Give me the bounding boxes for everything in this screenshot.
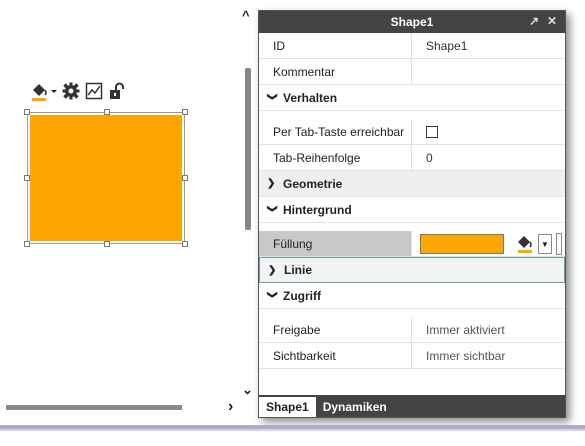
shape1-rectangle[interactable] — [24, 109, 188, 247]
unlock-icon[interactable] — [107, 81, 127, 101]
fill-label: Füllung — [259, 231, 412, 256]
tab-order-value[interactable]: 0 — [412, 145, 433, 170]
resize-handle-top[interactable] — [104, 109, 110, 115]
tab-order-row: Tab-Reihenfolge 0 — [259, 145, 565, 171]
chart-icon[interactable] — [84, 81, 104, 101]
resize-handle-top-right[interactable] — [182, 109, 188, 115]
resize-handle-bottom-right[interactable] — [182, 241, 188, 247]
shape1-fill[interactable] — [30, 115, 182, 241]
shape-toolbar — [30, 80, 127, 102]
tab-reachable-label: Per Tab-Taste erreichbar — [259, 119, 412, 144]
tab-shape1[interactable]: Shape1 — [259, 397, 316, 417]
freigabe-label: Freigabe — [259, 317, 412, 342]
chevron-right-icon: ❯ — [268, 264, 277, 276]
fill-bucket-icon[interactable] — [30, 81, 58, 101]
panel-tabs: Shape1 Dynamiken — [259, 395, 565, 417]
resize-handle-bottom[interactable] — [104, 241, 110, 247]
panel-title: Shape1 — [390, 15, 434, 29]
fill-color-field: ▼ — [412, 233, 562, 255]
section-verhalten[interactable]: ❯ Verhalten — [259, 85, 565, 111]
panel-header: Shape1 ↗ ✕ — [259, 11, 565, 33]
divider — [0, 429, 585, 431]
section-verhalten-label: Verhalten — [283, 90, 338, 105]
popout-icon[interactable]: ↗ — [529, 14, 539, 28]
tab-order-label: Tab-Reihenfolge — [259, 145, 412, 170]
vertical-scrollbar-thumb[interactable] — [245, 68, 251, 230]
chevron-down-icon: ❯ — [266, 290, 278, 299]
kommentar-row: Kommentar — [259, 59, 565, 85]
tab-reachable-checkbox[interactable] — [426, 125, 438, 138]
section-hintergrund-label: Hintergrund — [283, 202, 352, 217]
scroll-down-icon[interactable]: ⌄ — [242, 382, 253, 398]
fill-field-end — [556, 233, 562, 255]
properties-panel: Shape1 ↗ ✕ ID Shape1 Kommentar ❯ Verhalt… — [258, 10, 566, 418]
id-value[interactable]: Shape1 — [412, 33, 467, 58]
fill-row: Füllung ▼ — [259, 231, 565, 257]
id-label: ID — [259, 33, 412, 58]
tab-dynamiken[interactable]: Dynamiken — [316, 397, 394, 417]
scroll-up-icon[interactable]: ^ — [242, 8, 250, 23]
editor-window: ^ ⌄ › Shape1 ↗ ✕ ID Shape1 Kommentar ❯ V… — [0, 0, 585, 446]
fill-color-swatch[interactable] — [420, 234, 504, 254]
tab-reachable-value — [412, 119, 438, 144]
id-row: ID Shape1 — [259, 33, 565, 59]
resize-handle-bottom-left[interactable] — [24, 241, 30, 247]
chevron-down-icon: ❯ — [266, 92, 278, 101]
drawing-canvas[interactable]: ^ ⌄ › — [0, 0, 258, 416]
freigabe-row: Freigabe Immer aktiviert — [259, 317, 565, 343]
sichtbarkeit-value[interactable]: Immer sichtbar — [412, 343, 505, 368]
freigabe-value[interactable]: Immer aktiviert — [412, 317, 505, 342]
section-geometrie[interactable]: ❯ Geometrie — [259, 171, 565, 197]
kommentar-value[interactable] — [412, 59, 426, 84]
section-linie[interactable]: ❯ Linie — [259, 257, 565, 283]
kommentar-label: Kommentar — [259, 59, 412, 84]
gear-icon[interactable] — [61, 81, 81, 101]
resize-handle-left[interactable] — [24, 175, 30, 181]
fill-bucket-icon[interactable] — [514, 234, 538, 254]
section-geometrie-label: Geometrie — [283, 176, 343, 191]
sichtbarkeit-row: Sichtbarkeit Immer sichtbar — [259, 343, 565, 369]
resize-handle-right[interactable] — [182, 175, 188, 181]
tab-reachable-row: Per Tab-Taste erreichbar — [259, 119, 565, 145]
horizontal-scrollbar-thumb[interactable] — [6, 405, 182, 410]
chevron-down-icon: ❯ — [266, 204, 278, 213]
section-zugriff-label: Zugriff — [283, 288, 321, 303]
section-linie-label: Linie — [284, 263, 313, 277]
scroll-right-icon[interactable]: › — [228, 398, 233, 416]
section-zugriff[interactable]: ❯ Zugriff — [259, 283, 565, 309]
chevron-right-icon: ❯ — [267, 178, 276, 189]
close-icon[interactable]: ✕ — [547, 14, 557, 28]
sichtbarkeit-label: Sichtbarkeit — [259, 343, 412, 368]
fill-dropdown-button[interactable]: ▼ — [538, 234, 552, 254]
section-hintergrund[interactable]: ❯ Hintergrund — [259, 197, 565, 223]
resize-handle-top-left[interactable] — [24, 109, 30, 115]
